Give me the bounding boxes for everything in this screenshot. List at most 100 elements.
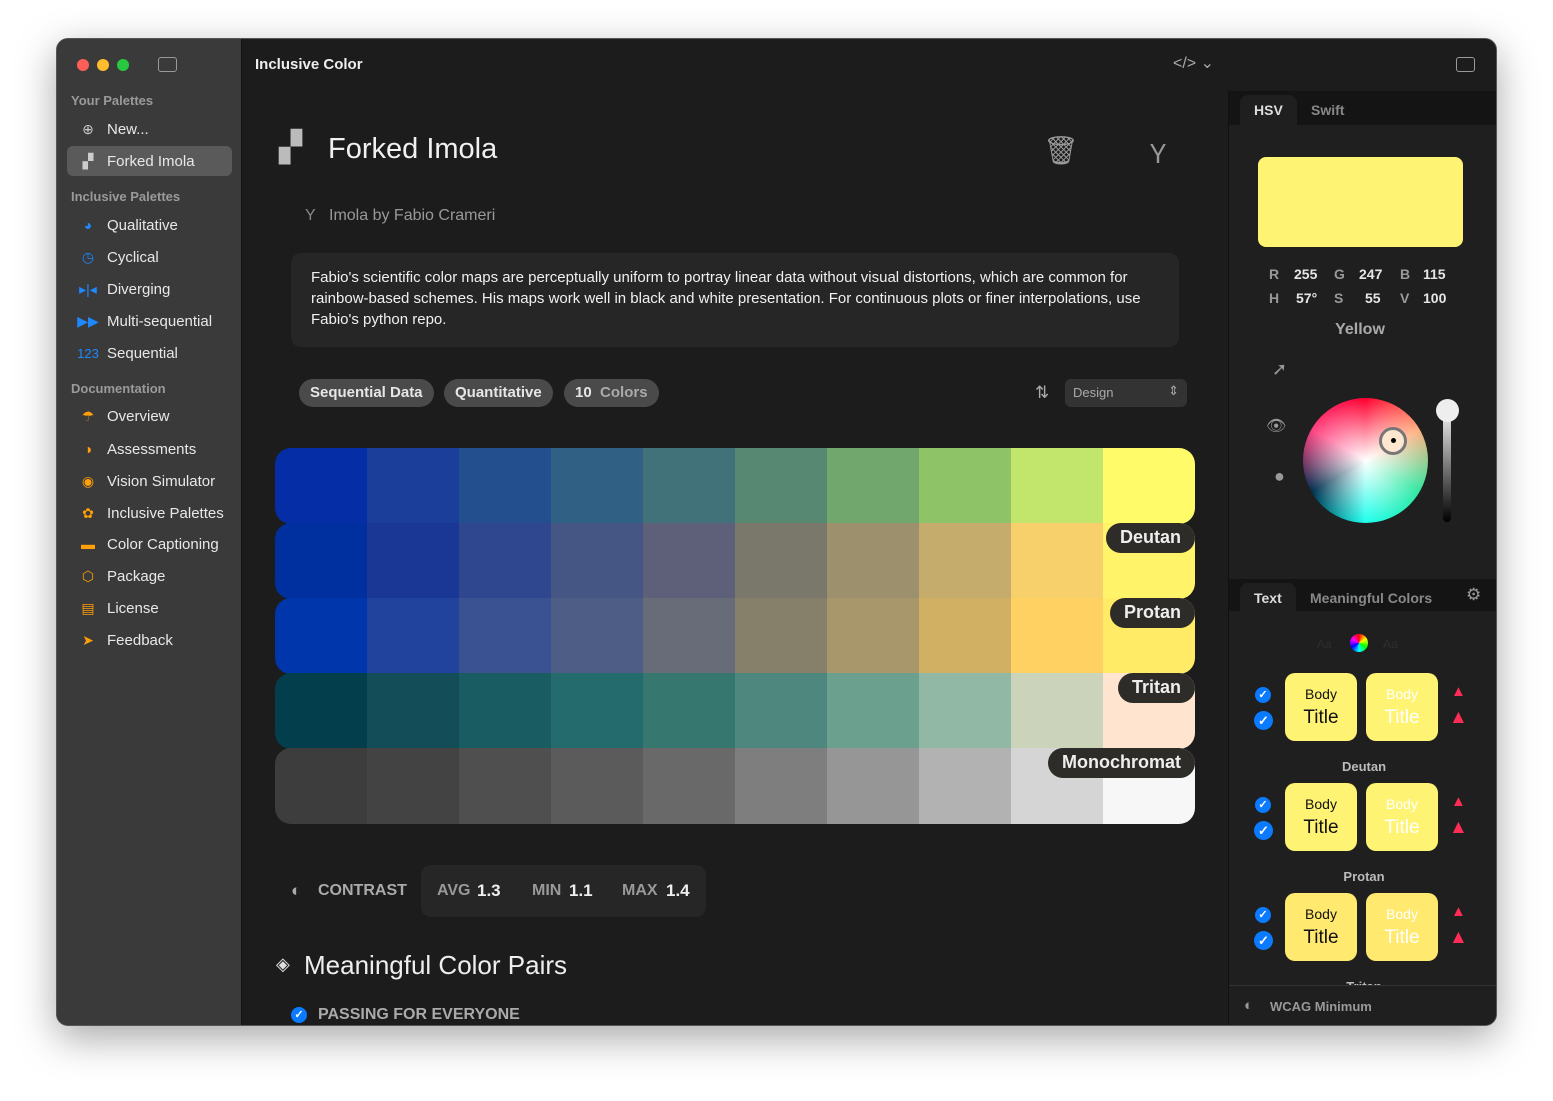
tab-meaningful-colors[interactable]: Meaningful Colors [1296,583,1446,613]
tab-hsv[interactable]: HSV [1240,95,1297,125]
fork-icon[interactable]: Ｙ [1145,134,1171,171]
wcag-level[interactable]: WCAG Minimum [1270,999,1372,1014]
color-swatch[interactable] [459,448,551,524]
color-swatch[interactable] [551,448,643,524]
color-swatch[interactable] [367,748,459,824]
apple-icon[interactable]: ● [1274,466,1285,487]
color-swatch[interactable] [827,523,919,599]
color-swatch[interactable] [275,523,367,599]
sidebar-item[interactable]: ◷ Cyclical [67,242,232,272]
sidebar-item-label: Vision Simulator [107,472,216,490]
color-swatch[interactable] [275,748,367,824]
color-swatch[interactable] [551,748,643,824]
trash-icon[interactable]: 🗑 [1043,134,1079,167]
color-swatch[interactable] [551,523,643,599]
color-wheel-icon[interactable] [1350,634,1368,652]
color-swatch[interactable] [1011,673,1103,749]
color-swatch[interactable] [459,523,551,599]
palette-row: Deutan [275,523,1195,599]
color-swatch[interactable] [643,598,735,674]
zoom-window-button[interactable] [117,59,129,71]
sidebar-item[interactable]: ▤ License [67,593,232,623]
color-swatch[interactable] [275,598,367,674]
color-swatch[interactable] [827,748,919,824]
color-swatch[interactable] [735,598,827,674]
gear-icon[interactable]: ⚙ [1466,585,1481,605]
color-swatch[interactable] [643,523,735,599]
color-swatch[interactable] [275,673,367,749]
color-swatch[interactable] [367,448,459,524]
sort-icon[interactable]: ⇅ [1035,383,1049,403]
color-swatch[interactable] [1011,598,1103,674]
title-sample: Title [1384,817,1420,838]
color-swatch[interactable] [643,748,735,824]
sidebar-toggle-icon[interactable] [158,57,177,72]
sidebar-item[interactable]: ☂ Overview [67,401,232,431]
sidebar-item[interactable]: ▸|◂ Diverging [67,274,232,304]
eye-icon[interactable]: 👁 [1266,416,1286,436]
color-swatch[interactable] [919,673,1011,749]
vision-type-label: Tritan [1117,673,1195,703]
color-swatch[interactable] [919,748,1011,824]
color-swatch[interactable] [827,673,919,749]
min-value: 1.1 [569,881,593,900]
sidebar-item[interactable]: ➤ Feedback [67,625,232,655]
color-swatch[interactable] [275,448,367,524]
body-sample: Body [1305,686,1337,702]
color-tabs: HSV Swift [1229,91,1496,125]
color-swatch[interactable] [735,448,827,524]
inspector-panel: HSV Swift R 255 G 247 B 115 H 57° S 55 V 100 Y… [1228,91,1496,1025]
color-swatch[interactable] [919,523,1011,599]
sidebar-item[interactable]: ⊕ New... [67,114,232,144]
color-swatch[interactable] [551,673,643,749]
sidebar-item[interactable]: ▞ Forked Imola [67,146,232,176]
sidebar-item[interactable]: ◕ Qualitative [67,210,232,240]
color-swatch[interactable] [827,598,919,674]
color-swatch[interactable] [735,673,827,749]
color-swatch[interactable] [643,673,735,749]
color-wheel-handle[interactable] [1379,427,1407,455]
cursor-picker-icon[interactable]: ➚ [1272,359,1287,380]
h-value: 57° [1296,290,1318,306]
tab-swift[interactable]: Swift [1297,95,1358,125]
sort-select[interactable]: Design ⇕ [1065,379,1187,407]
sidebar-item[interactable]: 123 Sequential [67,338,232,368]
eye-icon: ◉ [81,472,95,489]
sidebar-item[interactable]: ◑ Assessments [67,434,232,464]
color-count-badge[interactable]: 10 Colors [564,379,659,407]
color-swatch[interactable] [551,598,643,674]
sidebar-item[interactable]: ⬡ Package [67,561,232,591]
color-swatch[interactable] [1011,448,1103,524]
color-swatch[interactable] [367,673,459,749]
color-swatch[interactable] [735,523,827,599]
title-sample: Title [1384,927,1420,948]
color-swatch[interactable] [367,523,459,599]
umbrella-icon: ☂ [81,407,95,424]
color-swatch[interactable] [367,598,459,674]
tag-sequential-data[interactable]: Sequential Data [299,379,434,407]
tag-quantitative[interactable]: Quantitative [444,379,553,407]
code-view-icon[interactable]: </> ⌄ [1173,53,1214,73]
minimize-window-button[interactable] [97,59,109,71]
g-value: 247 [1359,266,1383,282]
sidebar-item[interactable]: ▬ Color Captioning [67,529,232,559]
sidebar-item[interactable]: ◉ Vision Simulator [67,466,232,496]
color-swatch[interactable] [1103,448,1195,524]
color-swatch[interactable] [735,748,827,824]
sidebar-item[interactable]: ▶▶ Multi-sequential [67,306,232,336]
color-swatch[interactable] [459,673,551,749]
color-swatch[interactable] [919,448,1011,524]
color-swatch[interactable] [459,748,551,824]
color-swatch[interactable] [1011,523,1103,599]
color-swatch[interactable] [459,598,551,674]
tab-text[interactable]: Text [1240,583,1296,613]
color-wheel[interactable] [1303,398,1428,523]
color-swatch[interactable] [643,448,735,524]
close-window-button[interactable] [77,59,89,71]
brightness-slider-handle[interactable] [1436,399,1459,422]
sidebar-item-label: License [107,599,159,617]
color-swatch[interactable] [919,598,1011,674]
inspector-toggle-icon[interactable] [1456,57,1475,72]
color-swatch[interactable] [827,448,919,524]
sidebar-item[interactable]: ✿ Inclusive Palettes [67,498,232,528]
